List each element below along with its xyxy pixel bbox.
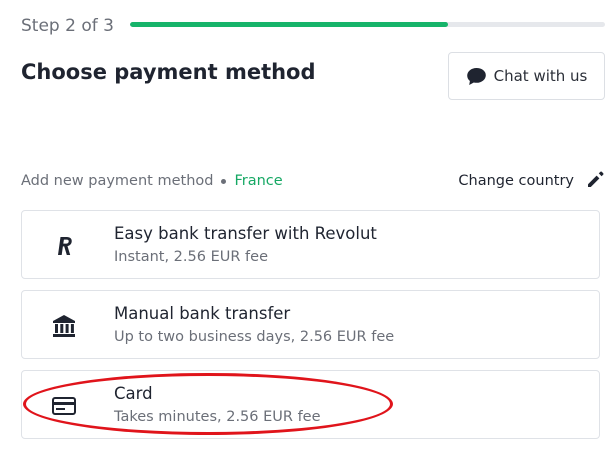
chat-bubble-icon [466,67,487,86]
method-subtitle: Instant, 2.56 EUR fee [114,249,268,265]
progress-fill [130,22,449,27]
add-payment-method-info: Add new payment method France [21,173,283,189]
method-title: Card [114,384,153,403]
revolut-logo-icon [50,232,78,260]
step-indicator: Step 2 of 3 [21,14,114,38]
method-subtitle: Takes minutes, 2.56 EUR fee [114,409,321,425]
bank-icon [50,312,78,340]
payment-method-manual-bank-transfer[interactable]: Manual bank transfer Up to two business … [21,290,600,359]
method-subtitle: Up to two business days, 2.56 EUR fee [114,329,395,345]
add-payment-method-label: Add new payment method [21,173,214,189]
chat-button-label: Chat with us [493,67,588,85]
payment-method-meta-row: Add new payment method France Change cou… [21,170,605,192]
payment-method-card[interactable]: Card Takes minutes, 2.56 EUR fee [21,370,600,439]
chat-with-us-button[interactable]: Chat with us [448,52,605,100]
progress-bar [130,22,605,27]
change-country-label: Change country [458,173,574,189]
method-title: Manual bank transfer [114,304,291,323]
method-title: Easy bank transfer with Revolut [114,224,377,243]
selected-country: France [234,173,283,189]
payment-method-revolut[interactable]: Easy bank transfer with Revolut Instant,… [21,210,600,279]
change-country-button[interactable]: Change country [458,170,605,193]
pencil-icon [586,170,605,193]
page-title: Choose payment method [21,60,316,84]
step-label: Step 2 of 3 [21,16,114,36]
separator-dot [221,178,227,184]
credit-card-icon [50,392,78,420]
